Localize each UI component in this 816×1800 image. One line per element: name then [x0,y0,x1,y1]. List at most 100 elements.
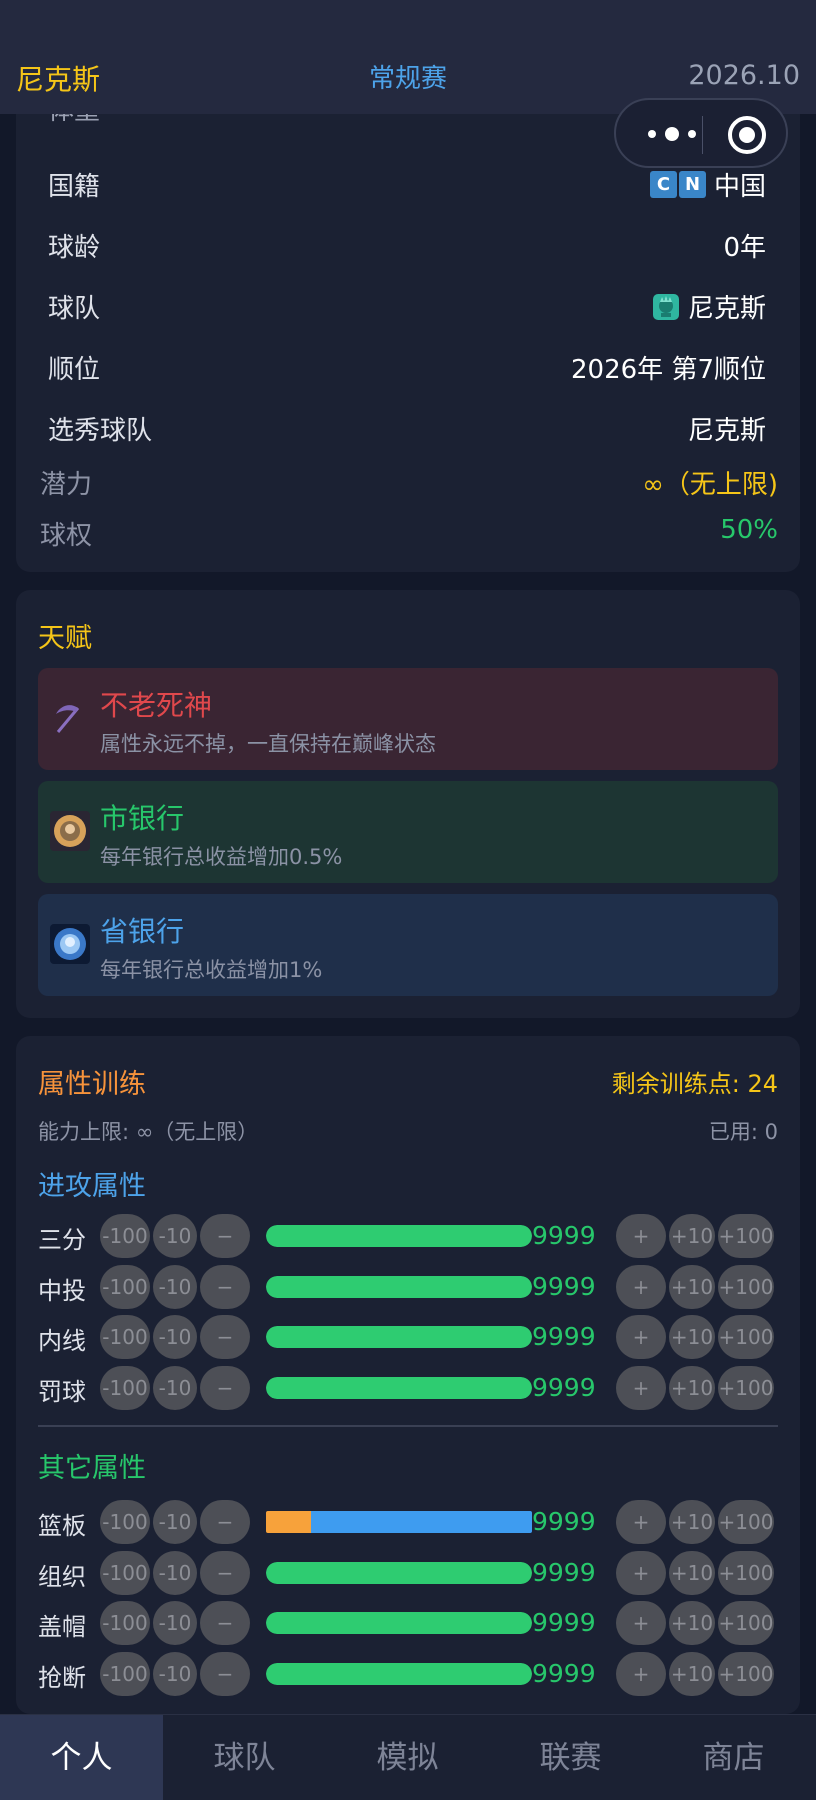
plus-1-button[interactable]: + [616,1550,666,1595]
attribute-bar [266,1225,532,1247]
province-bank-badge-icon [50,924,90,964]
plus-100-button[interactable]: +100 [718,1500,774,1544]
plus-1-button[interactable]: + [616,1365,666,1410]
attribute-value: 9999 [532,1557,596,1587]
plus-1-button[interactable]: + [616,1214,666,1258]
attribute-bar-segment [311,1511,532,1533]
plus-100-button[interactable]: +100 [718,1550,774,1595]
plus-10-button[interactable]: +10 [669,1214,715,1258]
attribute-value: 9999 [532,1372,596,1402]
target-circle-icon[interactable] [726,114,768,156]
info-label: 顺位 [48,355,101,385]
attribute-bar-fill [266,1561,532,1584]
attribute-bar [266,1275,532,1298]
talent-section-title: 天赋 [38,623,92,654]
plus-1-button[interactable]: + [616,1264,666,1309]
minus-1-button[interactable]: − [200,1365,250,1410]
minus-1-button[interactable]: − [200,1550,250,1595]
minus-10-button[interactable]: -10 [153,1651,197,1696]
city-bank-badge-icon [50,811,90,851]
minus-10-button[interactable]: -10 [153,1214,197,1258]
plus-100-button[interactable]: +100 [718,1651,774,1696]
equity-value: 50% [720,515,778,545]
minus-100-button[interactable]: -100 [100,1214,150,1258]
minus-10-button[interactable]: -10 [153,1550,197,1595]
minus-1-button[interactable]: − [200,1214,250,1258]
nationality-text: 中国 [713,172,766,202]
flag-letter: C [649,171,677,198]
plus-10-button[interactable]: +10 [669,1500,715,1544]
talent-item[interactable]: 市银行 每年银行总收益增加0.5% [38,781,778,883]
attribute-value: 9999 [532,1507,596,1536]
attribute-bar [266,1326,532,1348]
talent-desc: 每年银行总收益增加0.5% [100,845,343,869]
minus-1-button[interactable]: − [200,1601,250,1645]
attribute-row: 组织 -100 -10− + +10 +100 9999 [38,1550,794,1595]
more-dots-icon[interactable] [638,114,708,154]
used-points-label: 已用: 0 [708,1120,778,1144]
attribute-name: 篮板 [38,1512,86,1540]
plus-10-button[interactable]: +10 [669,1601,715,1645]
minus-100-button[interactable]: -100 [100,1651,150,1696]
plus-100-button[interactable]: +100 [718,1601,774,1645]
attribute-value: 9999 [532,1271,596,1301]
tab-shop[interactable]: 商店 [652,1715,815,1800]
attribute-bar [266,1561,532,1584]
tab-simulate[interactable]: 模拟 [326,1715,489,1800]
plus-100-button[interactable]: +100 [718,1264,774,1309]
plus-1-button[interactable]: + [616,1601,666,1645]
plus-100-button[interactable]: +100 [718,1365,774,1410]
attribute-name: 罚球 [38,1377,86,1406]
section-divider [38,1425,778,1427]
info-row-nationality: 国籍 CN 中国 [48,162,766,202]
attribute-bar [266,1662,532,1685]
plus-10-button[interactable]: +10 [669,1651,715,1696]
plus-1-button[interactable]: + [616,1651,666,1696]
plus-10-button[interactable]: +10 [669,1264,715,1309]
tab-personal[interactable]: 个人 [0,1715,163,1800]
info-value: 0年 [723,233,766,263]
attribute-name: 盖帽 [38,1613,86,1641]
info-label: 球权 [40,521,93,551]
plus-10-button[interactable]: +10 [669,1315,715,1359]
attribute-value: 9999 [532,1322,596,1351]
miniprogram-capsule [614,98,788,168]
minus-100-button[interactable]: -100 [100,1365,150,1410]
header-date: 2026.10 [688,60,800,91]
minus-10-button[interactable]: -10 [153,1601,197,1645]
talent-item[interactable]: 不老死神 属性永远不掉，一直保持在巅峰状态 [38,668,778,770]
minus-10-button[interactable]: -10 [153,1315,197,1359]
talent-item[interactable]: 省银行 每年银行总收益增加1% [38,894,778,996]
minus-1-button[interactable]: − [200,1315,250,1359]
info-label: 潜力 [40,470,93,500]
minus-100-button[interactable]: -100 [100,1264,150,1309]
talent-card: 天赋 不老死神 属性永远不掉，一直保持在巅峰状态 市银行 每年银行总收益增加0.… [16,590,800,1018]
attribute-name: 组织 [38,1562,86,1591]
minus-10-button[interactable]: -10 [153,1264,197,1309]
minus-100-button[interactable]: -100 [100,1500,150,1544]
attribute-bar-fill [266,1376,532,1399]
plus-1-button[interactable]: + [616,1500,666,1544]
minus-1-button[interactable]: − [200,1651,250,1696]
plus-10-button[interactable]: +10 [669,1365,715,1410]
minus-100-button[interactable]: -100 [100,1550,150,1595]
attribute-training-card: 属性训练 剩余训练点: 24 能力上限: ∞（无上限） 已用: 0 进攻属性 三… [16,1036,800,1714]
minus-1-button[interactable]: − [200,1500,250,1544]
info-row-years: 球龄 0年 [48,223,766,263]
minus-100-button[interactable]: -100 [100,1315,150,1359]
minus-100-button[interactable]: -100 [100,1601,150,1645]
tab-league[interactable]: 联赛 [489,1715,652,1800]
plus-1-button[interactable]: + [616,1315,666,1359]
tab-team[interactable]: 球队 [163,1715,326,1800]
minus-10-button[interactable]: -10 [153,1500,197,1544]
minus-10-button[interactable]: -10 [153,1365,197,1410]
potential-value: ∞（无上限) [642,470,778,500]
plus-10-button[interactable]: +10 [669,1550,715,1595]
plus-100-button[interactable]: +100 [718,1214,774,1258]
plus-100-button[interactable]: +100 [718,1315,774,1359]
info-row-draft: 顺位 2026年 第7顺位 [48,345,766,385]
attribute-value: 9999 [532,1658,596,1688]
attribute-bar-fill [266,1225,532,1247]
minus-1-button[interactable]: − [200,1264,250,1309]
attribute-bar [266,1511,532,1533]
